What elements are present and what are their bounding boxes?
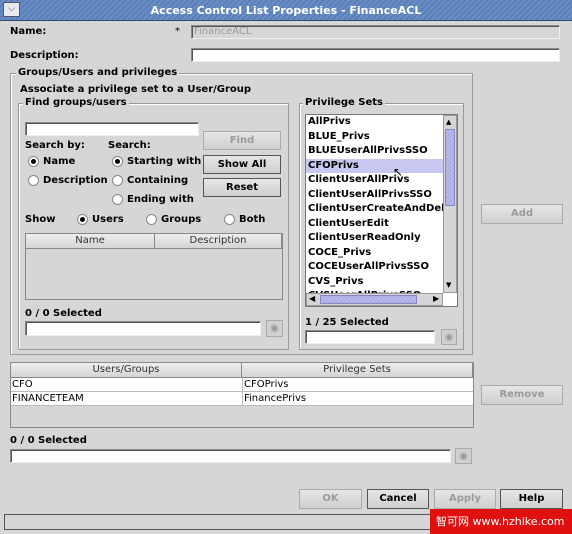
vertical-scrollbar[interactable]: ▲ ▼ bbox=[443, 115, 457, 293]
cell-user-group: FINANCETEAM bbox=[12, 393, 84, 404]
list-item[interactable]: COCEUserAllPrivsSSO bbox=[306, 260, 444, 275]
privilege-filter-input[interactable] bbox=[305, 330, 435, 344]
privilege-sets-list[interactable]: AllPrivs BLUE_Privs BLUEUserAllPrivsSSO CFO… bbox=[305, 114, 458, 307]
radio-label: Name bbox=[43, 156, 76, 167]
list-item[interactable]: CFOPrivs bbox=[306, 158, 444, 173]
radio-icon bbox=[28, 175, 39, 186]
list-item[interactable]: ClientUserAllPrivs bbox=[306, 173, 444, 188]
help-button[interactable]: Help bbox=[500, 489, 563, 509]
scroll-thumb[interactable] bbox=[320, 295, 417, 304]
find-search-input[interactable] bbox=[25, 122, 199, 136]
assignments-table[interactable]: Users/Groups Privilege Sets CFO CFOPrivs … bbox=[10, 362, 474, 428]
list-item[interactable]: BLUE_Privs bbox=[306, 130, 444, 145]
scroll-up-icon[interactable]: ▲ bbox=[446, 118, 451, 126]
groups-users-legend: Groups/Users and privileges bbox=[16, 67, 180, 78]
scroll-left-icon[interactable]: ◀ bbox=[309, 294, 315, 303]
list-item[interactable]: BLUEUserAllPrivsSSO bbox=[306, 144, 444, 159]
radio-label: Users bbox=[92, 214, 124, 225]
radio-icon bbox=[112, 194, 123, 205]
radio-groups[interactable]: Groups bbox=[146, 214, 201, 225]
table-row[interactable]: FINANCETEAM FinancePrivs bbox=[11, 392, 473, 406]
find-filter-input[interactable] bbox=[25, 321, 261, 336]
radio-icon bbox=[112, 175, 123, 186]
radio-search-by-description[interactable]: Description bbox=[28, 175, 108, 186]
radio-label: Description bbox=[43, 175, 108, 186]
list-item[interactable]: COCE_Privs bbox=[306, 246, 444, 261]
privilege-sets-legend: Privilege Sets bbox=[303, 97, 385, 108]
table-row[interactable]: CFO CFOPrivs bbox=[11, 378, 473, 392]
add-button[interactable]: Add bbox=[481, 204, 563, 224]
remove-button[interactable]: Remove bbox=[481, 385, 563, 405]
cell-privilege-set: CFOPrivs bbox=[242, 378, 289, 392]
watermark: 智可网 www.hzhike.com bbox=[430, 509, 572, 534]
list-item[interactable]: ClientUserEdit bbox=[306, 217, 444, 232]
radio-ending-with[interactable]: Ending with bbox=[112, 194, 194, 205]
assignments-filter-input[interactable] bbox=[10, 449, 451, 463]
name-label: Name: bbox=[10, 26, 47, 37]
description-field[interactable] bbox=[191, 48, 560, 62]
horizontal-scrollbar[interactable]: ◀ ▶ bbox=[306, 293, 443, 306]
list-item[interactable]: ClientUserReadOnly bbox=[306, 231, 444, 246]
title-bar: ⌵ Access Control List Properties - Finan… bbox=[0, 0, 572, 21]
scroll-thumb[interactable] bbox=[445, 129, 455, 206]
cell-user-group: CFO bbox=[12, 379, 33, 390]
column-header-name[interactable]: Name bbox=[26, 234, 155, 249]
scroll-down-icon[interactable]: ▼ bbox=[446, 281, 451, 289]
find-legend: Find groups/users bbox=[23, 97, 129, 108]
radio-icon bbox=[146, 214, 157, 225]
binoculars-icon[interactable]: ◉ bbox=[441, 329, 457, 345]
assignments-selected-count: 0 / 0 Selected bbox=[10, 435, 87, 446]
radio-label: Both bbox=[239, 214, 266, 225]
list-item[interactable]: CVS_Privs bbox=[306, 275, 444, 290]
radio-both[interactable]: Both bbox=[224, 214, 265, 225]
radio-label: Groups bbox=[161, 214, 202, 225]
search-by-label: Search by: bbox=[25, 140, 85, 151]
radio-icon bbox=[28, 156, 39, 167]
radio-icon bbox=[77, 214, 88, 225]
show-label: Show bbox=[25, 214, 56, 225]
search-label: Search: bbox=[108, 140, 151, 151]
name-field: FinanceACL bbox=[191, 25, 560, 39]
radio-containing[interactable]: Containing bbox=[112, 175, 188, 186]
window-title: Access Control List Properties - Finance… bbox=[150, 4, 422, 17]
show-all-button[interactable]: Show All bbox=[203, 155, 281, 174]
radio-icon bbox=[112, 156, 123, 167]
radio-label: Containing bbox=[127, 175, 189, 186]
find-selected-count: 0 / 0 Selected bbox=[25, 308, 102, 319]
list-item[interactable]: ClientUserCreateAndDelet bbox=[306, 202, 444, 217]
cancel-button[interactable]: Cancel bbox=[367, 489, 429, 509]
binoculars-icon[interactable]: ◉ bbox=[266, 320, 283, 337]
list-item[interactable]: ClientUserAllPrivsSSO bbox=[306, 188, 444, 203]
radio-label: Starting with bbox=[127, 156, 202, 167]
privilege-selected-count: 1 / 25 Selected bbox=[305, 317, 389, 328]
ok-button[interactable]: OK bbox=[299, 489, 362, 509]
apply-button[interactable]: Apply bbox=[434, 489, 496, 509]
radio-icon bbox=[224, 214, 235, 225]
column-header-description[interactable]: Description bbox=[155, 234, 282, 249]
mouse-cursor-icon: ↖ bbox=[393, 165, 404, 179]
column-header-privilege-sets[interactable]: Privilege Sets bbox=[242, 363, 473, 378]
radio-users[interactable]: Users bbox=[77, 214, 124, 225]
radio-label: Ending with bbox=[127, 194, 194, 205]
find-results-table[interactable]: Name Description bbox=[25, 233, 283, 300]
radio-search-by-name[interactable]: Name bbox=[28, 156, 75, 167]
binoculars-icon[interactable]: ◉ bbox=[455, 448, 472, 464]
column-header-users-groups[interactable]: Users/Groups bbox=[11, 363, 242, 378]
instruction-text: Associate a privilege set to a User/Grou… bbox=[20, 84, 252, 95]
radio-starting-with[interactable]: Starting with bbox=[112, 156, 201, 167]
description-label: Description: bbox=[10, 50, 79, 61]
list-item[interactable]: AllPrivs bbox=[306, 115, 444, 130]
required-mark: * bbox=[175, 26, 180, 37]
cell-privilege-set: FinancePrivs bbox=[242, 392, 307, 406]
find-button[interactable]: Find bbox=[203, 131, 281, 150]
reset-button[interactable]: Reset bbox=[203, 178, 281, 197]
scroll-right-icon[interactable]: ▶ bbox=[433, 294, 439, 303]
